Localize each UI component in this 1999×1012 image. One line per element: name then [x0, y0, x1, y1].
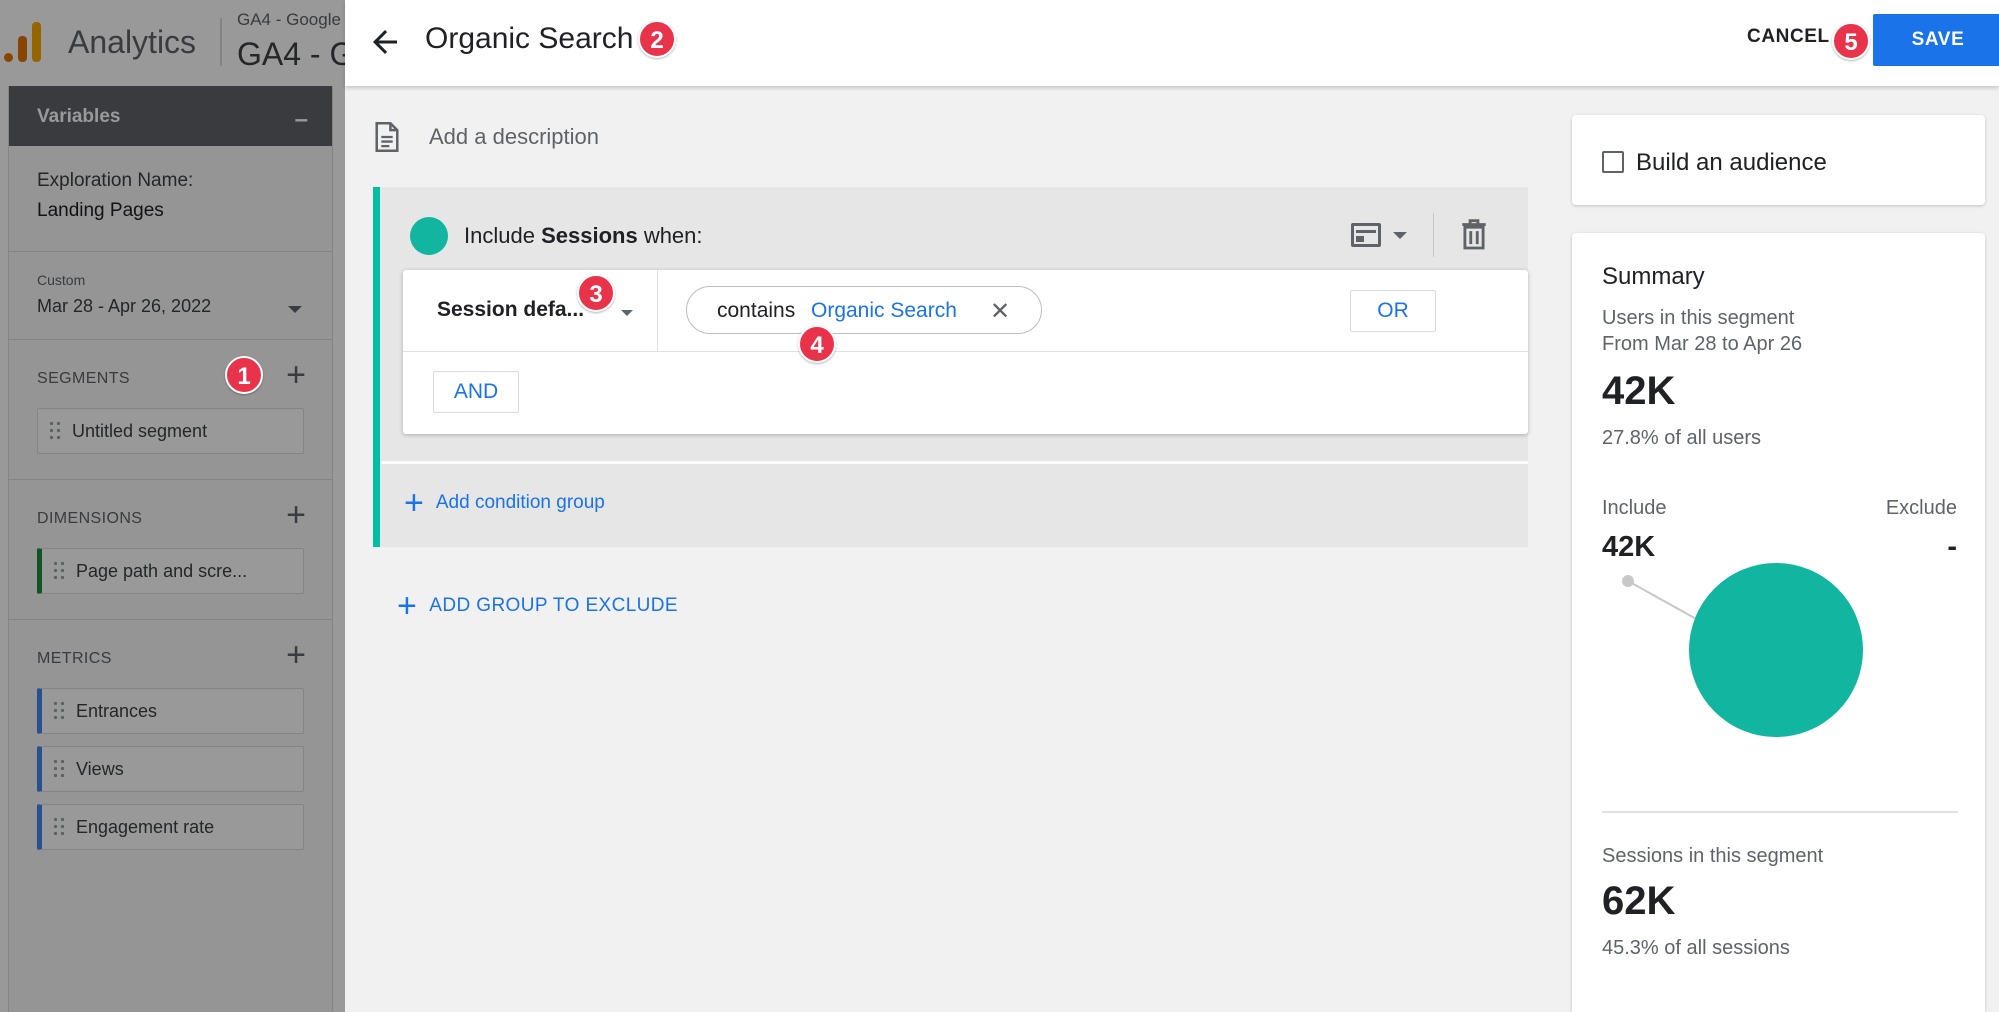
cancel-button[interactable]: CANCEL — [1747, 26, 1830, 48]
summary-title: Summary — [1602, 263, 1705, 290]
close-icon[interactable]: ✕ — [990, 297, 1010, 326]
callout-badge-4: 4 — [798, 325, 836, 363]
scope-dropdown-icon[interactable] — [1393, 232, 1407, 239]
add-condition-group-label: Add condition group — [435, 492, 605, 513]
add-condition-group-button[interactable]: + Add condition group — [404, 484, 605, 522]
filter-value: Organic Search — [811, 299, 957, 322]
card-divider — [1433, 213, 1434, 257]
summary-card: Summary Users in this segment From Mar 2… — [1572, 233, 1985, 1012]
include-scope[interactable]: Sessions — [541, 223, 638, 248]
dimension-dropdown-icon[interactable] — [621, 310, 633, 316]
summary-divider — [1602, 811, 1958, 813]
include-heading: Include Sessions when: — [464, 223, 703, 249]
delete-icon[interactable] — [1461, 219, 1487, 251]
callout-badge-5: 5 — [1832, 22, 1870, 60]
include-suffix: when: — [643, 223, 703, 248]
plus-icon: + — [404, 484, 424, 522]
date-range-label: From Mar 28 to Apr 26 — [1602, 333, 1803, 355]
segment-color-dot — [410, 217, 448, 255]
back-arrow-icon[interactable] — [367, 24, 403, 60]
description-input[interactable]: Add a description — [429, 124, 599, 150]
users-in-segment-label: Users in this segment — [1602, 307, 1795, 329]
condition-scope-icon[interactable] — [1351, 223, 1381, 247]
condition-divider — [657, 270, 658, 352]
include-value: 42K — [1602, 531, 1656, 563]
condition-row: Session defa... contains Organic Search … — [403, 270, 1528, 352]
callout-badge-2: 2 — [638, 20, 676, 58]
segment-builder-panel: Organic Search CANCEL SAVE 2 5 Add a des… — [345, 0, 1999, 1012]
condition-filter-chip[interactable]: contains Organic Search ✕ — [686, 286, 1042, 334]
segment-title[interactable]: Organic Search — [425, 22, 633, 56]
include-exclude-pie — [1622, 563, 1863, 737]
description-icon — [375, 122, 399, 152]
and-button[interactable]: AND — [433, 371, 519, 413]
filter-operator: contains — [717, 299, 796, 322]
pie-slice-include — [1689, 563, 1863, 737]
build-audience-label[interactable]: Build an audience — [1636, 149, 1827, 177]
segment-builder-header: Organic Search CANCEL SAVE — [345, 0, 1999, 86]
add-group-to-exclude-label: ADD GROUP TO EXCLUDE — [429, 595, 678, 616]
or-button[interactable]: OR — [1350, 290, 1436, 332]
include-condition-card: Include Sessions when: Session defa... c… — [373, 187, 1528, 547]
sessions-count: 62K — [1602, 879, 1676, 923]
exclude-value: - — [1947, 531, 1957, 563]
include-prefix: Include — [464, 223, 535, 248]
add-group-to-exclude-button[interactable]: + ADD GROUP TO EXCLUDE — [397, 587, 678, 625]
exclude-label: Exclude — [1885, 497, 1957, 519]
callout-badge-3: 3 — [577, 274, 615, 312]
add-condition-group-row: + Add condition group — [380, 461, 1528, 547]
analytics-app-background: Analytics GA4 - Google GA4 - G Variables… — [0, 0, 345, 1012]
condition-group: Session defa... contains Organic Search … — [403, 270, 1528, 434]
save-button[interactable]: SAVE — [1873, 14, 1999, 66]
users-percentage: 27.8% of all users — [1602, 427, 1761, 449]
dimension-selector[interactable]: Session defa... — [437, 298, 584, 322]
sessions-percentage: 45.3% of all sessions — [1602, 937, 1790, 959]
include-label: Include — [1602, 497, 1667, 519]
callout-badge-1: 1 — [225, 356, 263, 394]
build-audience-checkbox[interactable] — [1602, 151, 1624, 173]
build-audience-card: Build an audience — [1572, 115, 1985, 205]
plus-icon: + — [397, 587, 418, 625]
users-count: 42K — [1602, 369, 1676, 413]
sessions-in-segment-label: Sessions in this segment — [1602, 845, 1824, 867]
modal-scrim[interactable] — [0, 0, 345, 1012]
